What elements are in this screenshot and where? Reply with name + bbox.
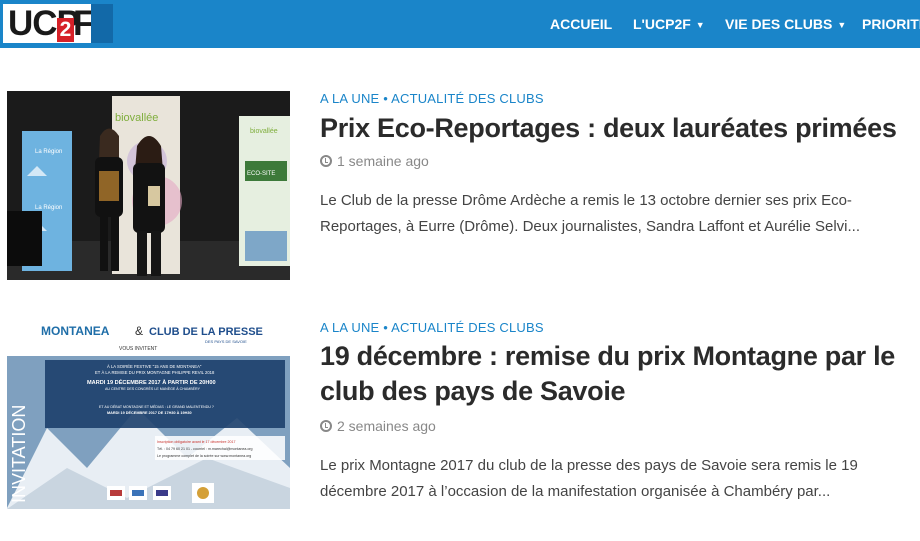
svg-text:VOUS INVITENT: VOUS INVITENT xyxy=(119,346,157,352)
chevron-down-icon: ▼ xyxy=(695,20,705,30)
logo-text-2: 2 xyxy=(57,18,74,42)
nav-item-label: ACCUEIL xyxy=(550,16,613,32)
svg-text:La Région: La Région xyxy=(35,205,62,211)
article-title[interactable]: Prix Eco-Reportages : deux lauréates pri… xyxy=(320,111,900,146)
category-link[interactable]: ACTUALITÉ DES CLUBS xyxy=(391,320,544,335)
invitation-image: MONTANEA & CLUB DE LA PRESSE DES PAYS DE… xyxy=(7,318,290,509)
article-excerpt: Le prix Montagne 2017 du club de la pres… xyxy=(320,457,858,500)
montanea-logo-text: MONTANEA xyxy=(41,324,110,338)
nav-item-ucp2f[interactable]: L'UCP2F ▼ xyxy=(633,0,705,48)
logo-box: UCP 2 F xyxy=(3,4,94,43)
article-thumbnail[interactable]: MONTANEA & CLUB DE LA PRESSE DES PAYS DE… xyxy=(7,318,290,509)
article-title[interactable]: 19 décembre : remise du prix Montagne pa… xyxy=(320,339,900,409)
article-time: 2 semaines ago xyxy=(337,418,436,434)
nav-item-priorite[interactable]: PRIORITÉ xyxy=(862,0,920,48)
svg-text:ET AU DÉBAT MONTAGNE ET MÉDIAS: ET AU DÉBAT MONTAGNE ET MÉDIAS : LE GRAN… xyxy=(99,404,214,409)
category-link[interactable]: A LA UNE xyxy=(320,320,379,335)
event-photo: La Région La Région biovallée biovallée … xyxy=(7,91,290,280)
clock-icon xyxy=(320,155,332,167)
svg-text:DES PAYS DE SAVOIE: DES PAYS DE SAVOIE xyxy=(205,339,247,344)
svg-text:INVITATION: INVITATION xyxy=(9,405,29,503)
category-link[interactable]: ACTUALITÉ DES CLUBS xyxy=(391,91,544,106)
svg-text:ET À LA REMISE DU PRIX MONTAGN: ET À LA REMISE DU PRIX MONTAGNE PHILIPPE… xyxy=(95,370,215,375)
svg-text:MARDI 19 DÉCEMBRE 2017 DE 17H3: MARDI 19 DÉCEMBRE 2017 DE 17H30 À 19H30 xyxy=(107,410,192,415)
nav-item-label: VIE DES CLUBS xyxy=(725,16,833,32)
chevron-down-icon: ▼ xyxy=(837,20,847,30)
nav-item-label: PRIORITÉ xyxy=(862,16,920,32)
nav-item-label: L'UCP2F xyxy=(633,16,691,32)
svg-text:MARDI 19 DÉCEMBRE 2017 À PARTI: MARDI 19 DÉCEMBRE 2017 À PARTIR DE 20H00 xyxy=(87,378,216,386)
article-time: 1 semaine ago xyxy=(337,153,429,169)
article-thumbnail[interactable]: La Région La Région biovallée biovallée … xyxy=(7,91,290,280)
article-meta: 2 semaines ago xyxy=(320,418,436,434)
svg-text:&: & xyxy=(135,324,143,338)
nav-item-vie-des-clubs[interactable]: VIE DES CLUBS ▼ xyxy=(725,0,846,48)
svg-text:À LA SOIRÉE FESTIVE "15 ANS DE: À LA SOIRÉE FESTIVE "15 ANS DE MONTANEA" xyxy=(107,364,202,369)
svg-text:Tél. : 04 79 60 21 01 - courri: Tél. : 04 79 60 21 01 - courriel : m.mar… xyxy=(157,447,253,451)
svg-text:Le programme complet de la soi: Le programme complet de la soirée sur ww… xyxy=(157,454,251,458)
svg-text:ECO-SITE: ECO-SITE xyxy=(247,171,275,177)
category-separator: • xyxy=(383,91,388,106)
top-navigation-bar: UCP 2 F ACCUEIL L'UCP2F ▼ VIE DES CLUBS ▼ … xyxy=(0,0,920,48)
site-logo[interactable]: UCP 2 F xyxy=(0,0,114,48)
svg-text:biovallée: biovallée xyxy=(115,112,158,124)
article-meta: 1 semaine ago xyxy=(320,153,429,169)
article-excerpt: Le Club de la presse Drôme Ardèche a rem… xyxy=(320,192,860,235)
article-categories: A LA UNE • ACTUALITÉ DES CLUBS xyxy=(320,320,544,335)
svg-text:La Région: La Région xyxy=(35,149,62,155)
logo-stripe xyxy=(91,4,113,43)
category-separator: • xyxy=(383,320,388,335)
nav-item-accueil[interactable]: ACCUEIL xyxy=(550,0,612,48)
clock-icon xyxy=(320,420,332,432)
svg-text:CLUB DE LA PRESSE: CLUB DE LA PRESSE xyxy=(149,326,263,338)
svg-text:biovallée: biovallée xyxy=(250,128,278,135)
svg-text:AU CENTRE DES CONGRÈS LE MANÈG: AU CENTRE DES CONGRÈS LE MANÈGE À CHAMBÉ… xyxy=(105,386,201,391)
svg-text:Inscription obligatoire avant: Inscription obligatoire avant le 17 déce… xyxy=(157,440,236,444)
category-link[interactable]: A LA UNE xyxy=(320,91,379,106)
article-categories: A LA UNE • ACTUALITÉ DES CLUBS xyxy=(320,91,544,106)
